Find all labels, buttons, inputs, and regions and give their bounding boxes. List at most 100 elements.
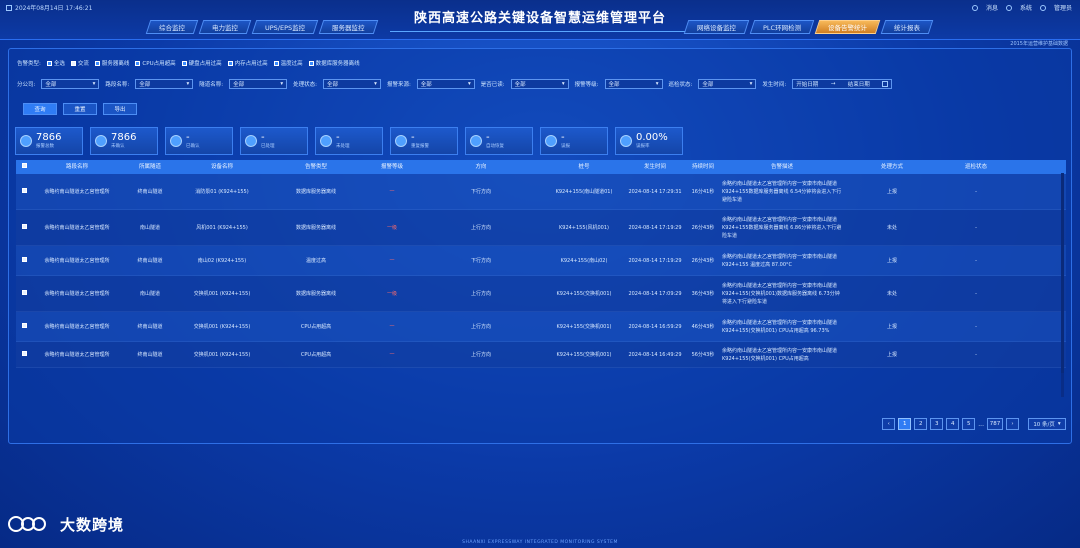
table-row[interactable]: 余略约南山隧道太乙宫管理所 南山隧道 风机001 (K924+155) 数据库服务器离… <box>16 210 1066 246</box>
row-checkbox[interactable] <box>21 289 27 295</box>
user-sys[interactable]: 系统 <box>1020 3 1032 12</box>
col-header[interactable]: 路段名称 <box>32 163 122 171</box>
row-checkbox[interactable] <box>21 223 27 229</box>
nav-alarm-stats[interactable]: 设备告警统计 <box>814 20 881 34</box>
checkbox[interactable] <box>94 60 100 66</box>
nav-network[interactable]: 网络设备监控 <box>683 20 750 34</box>
filter-label: CPU占用超高 <box>142 61 176 67</box>
page-3[interactable]: 3 <box>930 418 944 430</box>
chevron-down-icon: ▾ <box>280 81 284 87</box>
road-select[interactable]: 全部 ▾ <box>135 79 194 89</box>
settings-icon[interactable] <box>1005 4 1012 11</box>
read-select[interactable]: 全部 ▾ <box>510 79 569 89</box>
checkbox[interactable] <box>135 60 141 66</box>
time-label: 发生时间: <box>762 82 787 88</box>
col-header[interactable]: 巡检状态 <box>940 163 1012 171</box>
col-header[interactable]: 告警描述 <box>720 163 844 171</box>
range-arrow: → <box>830 81 836 87</box>
page-last[interactable]: 787 <box>987 418 1003 430</box>
source-select[interactable]: 全部 ▾ <box>416 79 475 89</box>
page-size-select[interactable]: 10 条/页 ▾ <box>1028 418 1066 430</box>
col-header[interactable]: 处理方式 <box>844 163 940 171</box>
filter-server-offline[interactable]: 服务器离线 <box>94 59 129 67</box>
processed-icon <box>245 135 257 147</box>
branch-select[interactable]: 全部 ▾ <box>41 79 100 89</box>
filter-label: 数据库服务器离线 <box>315 61 360 67</box>
table-cell: 56分43秒 <box>691 351 715 358</box>
chevron-down-icon: ▾ <box>561 81 565 87</box>
table-cell: 一级 <box>386 224 397 231</box>
start-date[interactable]: 开始日期 <box>796 80 818 88</box>
filter-all[interactable]: 全选 <box>46 59 65 67</box>
col-header[interactable]: 所属隧道 <box>122 163 178 171</box>
col-header[interactable]: 设备名称 <box>178 163 266 171</box>
filter-memory[interactable]: 内存占用过高 <box>227 59 268 67</box>
table-row[interactable]: 余略约南山隧道太乙宫管理所 终南山隧道 交换机001 (K924+155) CPU占用… <box>16 342 1066 368</box>
row-checkbox[interactable] <box>21 322 27 328</box>
nav-plc[interactable]: PLC环网检测 <box>749 20 815 34</box>
table-cell: 数据库服务器离线 <box>295 290 336 297</box>
status-select[interactable]: 全部 ▾ <box>322 79 381 89</box>
checkbox[interactable] <box>70 60 76 66</box>
sel-value: 全部 <box>608 82 620 88</box>
col-header[interactable]: 持续时间 <box>686 163 720 171</box>
table-row[interactable]: 余略约南山隧道太乙宫管理所 南山隧道 交换机001 (K924+155) 数据库服务器… <box>16 276 1066 312</box>
checkbox[interactable] <box>227 60 233 66</box>
reset-button[interactable]: 重置 <box>63 103 97 115</box>
col-header[interactable]: 报警等级 <box>366 163 418 171</box>
nav-server[interactable]: 服务器监控 <box>318 20 378 34</box>
page-2[interactable]: 2 <box>914 418 928 430</box>
stat-card: - 已确认 <box>165 127 233 155</box>
end-date[interactable]: 结束日期 <box>848 80 870 88</box>
level-select[interactable]: 全部 ▾ <box>604 79 663 89</box>
checkbox[interactable] <box>181 60 187 66</box>
nav-reports[interactable]: 统计报表 <box>880 20 934 34</box>
scroll-thumb[interactable] <box>1061 173 1064 373</box>
avatar-icon[interactable] <box>1039 4 1046 11</box>
table-row[interactable]: 余略约南山隧道太乙宫管理所 终南山隧道 消防泵01 (K924+155) 数据库服务器… <box>16 174 1066 210</box>
chevron-down-icon: ▾ <box>374 81 377 87</box>
checkbox[interactable] <box>46 60 52 66</box>
table-scrollbar[interactable] <box>1061 173 1064 397</box>
filter-db-offline[interactable]: 数据库服务器离线 <box>308 59 360 67</box>
export-button[interactable]: 导出 <box>103 103 137 115</box>
query-button[interactable]: 查询 <box>23 103 57 115</box>
nav-label: 电力监控 <box>212 24 238 32</box>
filter-ac[interactable]: 交流 <box>70 59 89 67</box>
page-5[interactable]: 5 <box>962 418 976 430</box>
row-checkbox[interactable] <box>21 350 27 356</box>
col-header[interactable]: 告警类型 <box>266 163 366 171</box>
date-range-picker[interactable]: 开始日期 → 结束日期 <box>792 79 893 89</box>
nav-overview[interactable]: 综合监控 <box>145 20 199 34</box>
col-header[interactable]: 发生时间 <box>624 163 686 171</box>
filter-temp[interactable]: 温度过高 <box>273 59 303 67</box>
stat-label: 未处理 <box>336 144 350 149</box>
checkbox[interactable] <box>308 60 314 66</box>
table-row[interactable]: 余略约南山隧道太乙宫管理所 终南山隧道 南山02 (K924+155) 温度过高 一 下行… <box>16 246 1066 276</box>
checkbox[interactable] <box>273 60 279 66</box>
message-icon[interactable] <box>971 4 978 11</box>
table-row[interactable]: 余略约南山隧道太乙宫管理所 终南山隧道 交换机001 (K924+155) CPU占用… <box>16 312 1066 342</box>
table-cell: 上报 <box>886 323 897 330</box>
inspect-select[interactable]: 全部 ▾ <box>698 79 757 89</box>
row-checkbox[interactable] <box>21 187 27 193</box>
filter-disk[interactable]: 硬盘占用过高 <box>181 59 222 67</box>
col-header[interactable]: 桩号 <box>544 163 624 171</box>
page-1[interactable]: 1 <box>898 418 912 430</box>
unprocessed-icon <box>320 135 332 147</box>
select-all-cell <box>16 163 32 171</box>
user-msg[interactable]: 消息 <box>986 3 998 12</box>
col-header[interactable]: 方向 <box>418 163 544 171</box>
table-cell: 下行方向 <box>470 257 491 264</box>
select-all-checkbox[interactable] <box>21 163 27 168</box>
next-page-button[interactable]: › <box>1006 418 1019 430</box>
filter-cpu[interactable]: CPU占用超高 <box>135 59 176 67</box>
tunnel-select[interactable]: 全部 ▾ <box>229 79 288 89</box>
page-4[interactable]: 4 <box>946 418 960 430</box>
nav-ups[interactable]: UPS/EPS监控 <box>251 20 319 34</box>
table-cell: 终南山隧道 <box>137 188 163 195</box>
nav-power[interactable]: 电力监控 <box>198 20 252 34</box>
row-checkbox[interactable] <box>21 256 27 262</box>
prev-page-button[interactable]: ‹ <box>882 418 896 430</box>
user-name[interactable]: 管理员 <box>1054 3 1072 12</box>
